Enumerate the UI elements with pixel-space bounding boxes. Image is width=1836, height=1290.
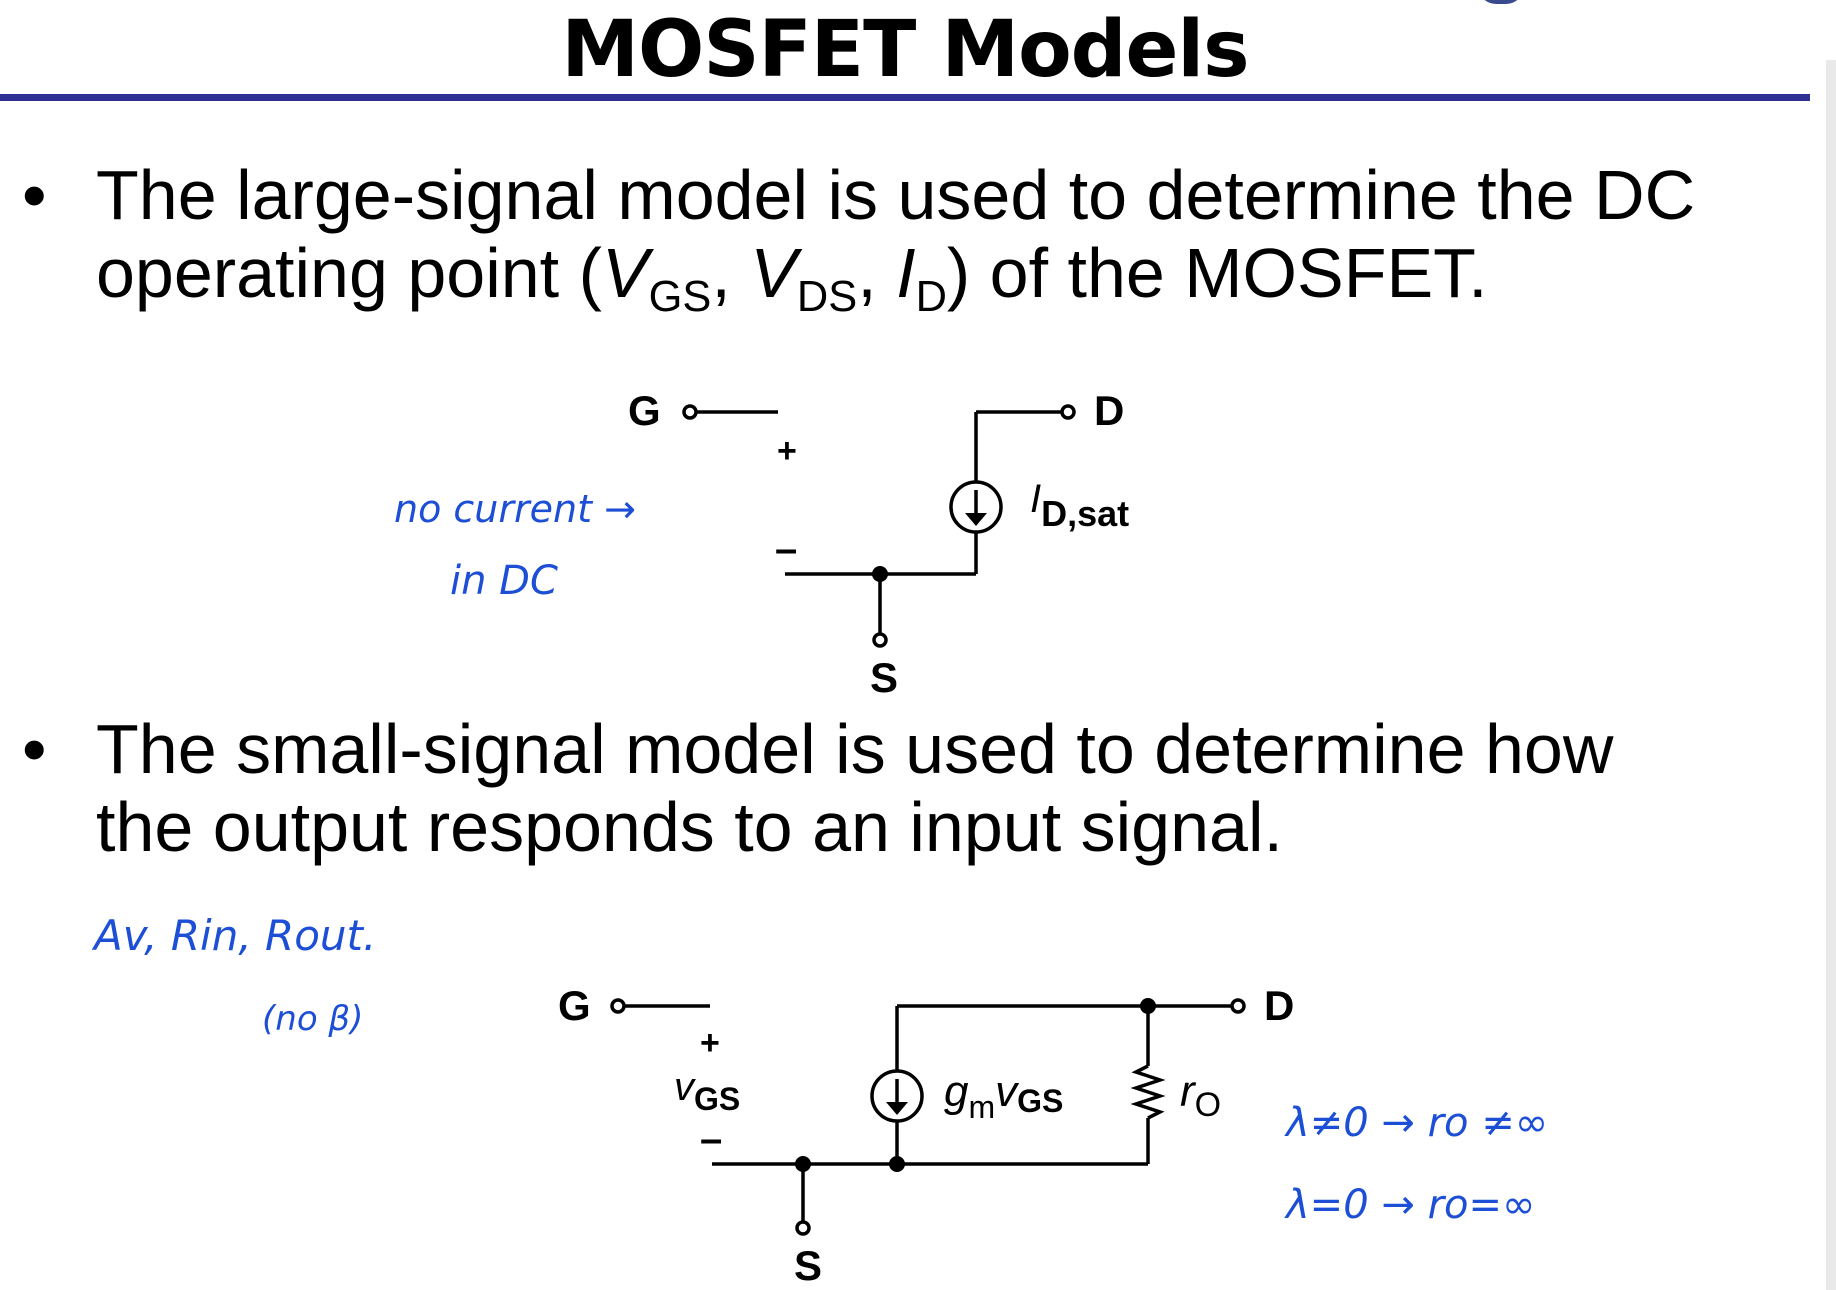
ss-vgs-label: vGS: [674, 1065, 740, 1117]
ss-plus-sign: +: [700, 1024, 720, 1062]
ss-bottom-node-dot: [889, 1156, 905, 1172]
note-lambda-nonzero: λ≠0 → ro ≠∞: [1284, 1100, 1548, 1146]
note-lambda-zero: λ=0 → ro=∞: [1284, 1182, 1535, 1228]
ss-gate-terminal: [610, 998, 626, 1014]
ss-minus-sign: –: [700, 1117, 722, 1161]
note-av-rin-rout: Av, Rin, Rout.: [91, 911, 376, 960]
ss-source-label: S: [794, 1242, 822, 1289]
note-no-beta: (no β): [262, 999, 363, 1039]
ss-drain-node-dot: [1140, 998, 1156, 1014]
gm-vgs-label: gmvGS: [944, 1067, 1063, 1125]
ss-current-arrow-icon: [886, 1102, 908, 1115]
ss-gate-label: G: [558, 982, 591, 1029]
ro-resistor: [1130, 1064, 1166, 1120]
ss-source-node-dot: [795, 1156, 811, 1172]
ss-source-terminal: [795, 1220, 811, 1236]
ss-drain-label: D: [1264, 982, 1294, 1029]
ss-drain-terminal: [1230, 998, 1246, 1014]
ro-label: rO: [1180, 1067, 1221, 1124]
small-signal-model-diagram: G D S + – vGS gmvGS rO Av, Rin, Rout. (n…: [91, 911, 1548, 1289]
